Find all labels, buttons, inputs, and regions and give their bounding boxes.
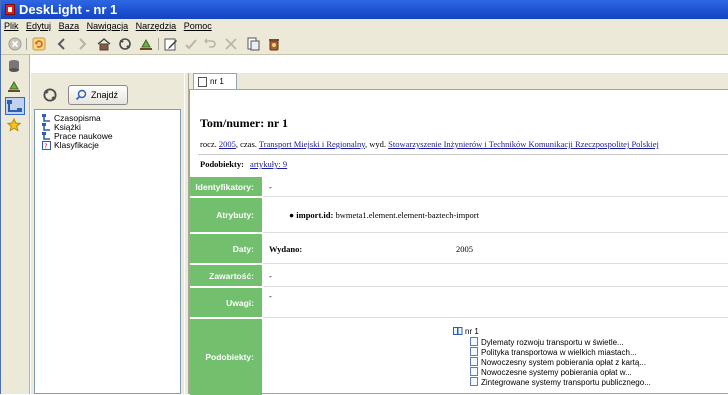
menu-baza[interactable]: Baza [59,19,80,33]
field-value-notes: - [263,288,728,318]
field-label-content: Zawartość: [190,265,262,287]
sync-icon[interactable] [117,36,133,52]
refresh-icon[interactable] [31,36,47,52]
article-icon [470,357,478,366]
field-label-identifiers: Identyfikatory: [190,177,262,197]
child-item[interactable]: Polityka transportowa w wielkich miastac… [470,347,637,358]
children-tree-root[interactable]: nr 1 [453,327,479,337]
help-book-icon: ? [42,141,51,150]
forward-icon[interactable] [74,36,90,52]
app-logo-icon [5,4,15,15]
menu-bar: Plik Edytuj Baza Nawigacja Narzędzia Pom… [1,19,728,33]
field-value-content: - [263,265,728,287]
record-title: Tom/numer: nr 1 [200,116,289,130]
children-root-label: nr 1 [465,327,479,336]
app-window: DeskLight - nr 1 Plik Edytuj Baza Nawiga… [0,0,728,395]
tree-folder-icon [42,132,50,140]
menu-pomoc[interactable]: Pomoc [184,19,212,33]
child-item-label: Zintegrowane systemy transportu publiczn… [481,378,651,387]
child-item-label: Nowoczesne systemy pobierania opłat w... [481,368,632,377]
tree: Czasopisma Książki Prace naukowe ? Klasyf… [34,109,181,394]
child-item-label: Dylematy rozwoju transportu w świetle... [481,338,624,347]
title-bar: DeskLight - nr 1 [1,0,728,19]
child-item-label: Nowoczesny system pobierania opłat z kar… [481,358,646,367]
tree-icon [7,100,22,112]
year-link[interactable]: 2005 [219,139,236,149]
tab-nr-1[interactable]: nr 1 [193,73,237,89]
field-value-identifiers: - [263,177,728,197]
children-link[interactable]: artykuły: 9 [250,159,287,169]
record-children-line: Podobiekty: artykuły: 9 [200,159,287,169]
article-icon [470,377,478,386]
child-item[interactable]: Dylematy rozwoju transportu w świetle... [470,337,624,348]
tree-item-label: Klasyfikacje [54,140,99,150]
toolbar-separator [26,38,27,50]
article-icon [470,367,478,376]
date-value: 2005 [456,244,473,254]
search-icon [75,89,87,101]
child-item[interactable]: Nowoczesne systemy pobierania opłat w... [470,367,632,378]
field-label-attributes: Atrybuty: [190,198,262,233]
record-metadata-line: rocz. 2005, czas. Transport Miejski i Re… [200,139,659,149]
record-view: Tom/numer: nr 1 rocz. 2005, czas. Transp… [189,89,728,395]
menu-plik[interactable]: Plik [4,19,19,33]
attribute-value: bwmeta1.element.element-baztech-import [335,210,479,220]
field-value-children: nr 1 Dylematy rozwoju transportu w świet… [263,319,728,395]
bullet-icon: ● [289,210,295,220]
stop-icon[interactable] [7,36,23,52]
window-title: DeskLight - nr 1 [19,2,118,17]
article-icon [470,337,478,346]
children-label: Podobiekty: [200,159,244,169]
field-label-dates: Daty: [190,234,262,264]
header-divider [198,154,728,155]
book-icon [453,327,463,335]
attribute-key: import.id: [296,210,334,220]
journal-link[interactable]: Transport Miejski i Regionalny [259,139,365,149]
undo-icon[interactable] [202,36,218,52]
tree-item-klasyfikacje[interactable]: ? Klasyfikacje [42,141,99,150]
metadata-label-publisher: , wyd. [364,139,386,149]
edit-icon[interactable] [163,36,179,52]
date-key: Wydano: [269,244,303,254]
star-icon[interactable] [7,118,21,132]
field-value-dates: Wydano: 2005 [263,234,728,264]
child-item[interactable]: Nowoczesny system pobierania opłat z kar… [470,357,646,368]
svg-text:?: ? [44,143,48,151]
trash-icon[interactable] [266,36,282,52]
main-toolbar [1,33,728,55]
field-label-children: Podobiekty: [190,319,262,395]
search-button-label: Znajdź [91,90,119,100]
sync-icon[interactable] [41,86,59,104]
toolbar-separator [158,38,159,50]
metadata-label-year: rocz. [200,139,217,149]
navigation-panel: Znajdź Czasopisma Książki Prace naukowe … [31,73,184,394]
metadata-label-journal: , czas. [235,139,257,149]
content-area: nr 1 Tom/numer: nr 1 rocz. 2005, czas. T… [189,73,728,395]
tree-folder-icon [42,114,50,122]
publisher-link[interactable]: Stowarzyszenie Inżynierów i Techników Ko… [388,139,659,149]
export-icon[interactable] [7,79,21,93]
search-button[interactable]: Znajdź [68,85,128,105]
child-item-label: Polityka transportowa w wielkich miastac… [481,348,637,357]
apply-icon[interactable] [183,36,199,52]
article-icon [470,347,478,356]
export-icon[interactable] [138,36,154,52]
tree-folder-icon [42,123,50,131]
database-icon[interactable] [7,59,21,73]
menu-edytuj[interactable]: Edytuj [26,19,51,33]
copy-icon[interactable] [245,36,261,52]
field-label-notes: Uwagi: [190,288,262,318]
delete-icon[interactable] [223,36,239,52]
left-icon-strip [1,55,30,394]
field-value-attributes: ● import.id: bwmeta1.element.element-baz… [263,198,728,233]
child-item[interactable]: Zintegrowane systemy transportu publiczn… [470,377,651,388]
menu-nawigacja[interactable]: Nawigacja [87,19,129,33]
home-icon[interactable] [96,36,112,52]
back-icon[interactable] [54,36,70,52]
tree-view-button[interactable] [5,97,25,115]
tree-toolbar: Znajdź [31,73,184,109]
menu-narzedzia[interactable]: Narzędzia [136,19,177,33]
document-icon [198,77,207,87]
tab-label: nr 1 [210,77,224,86]
